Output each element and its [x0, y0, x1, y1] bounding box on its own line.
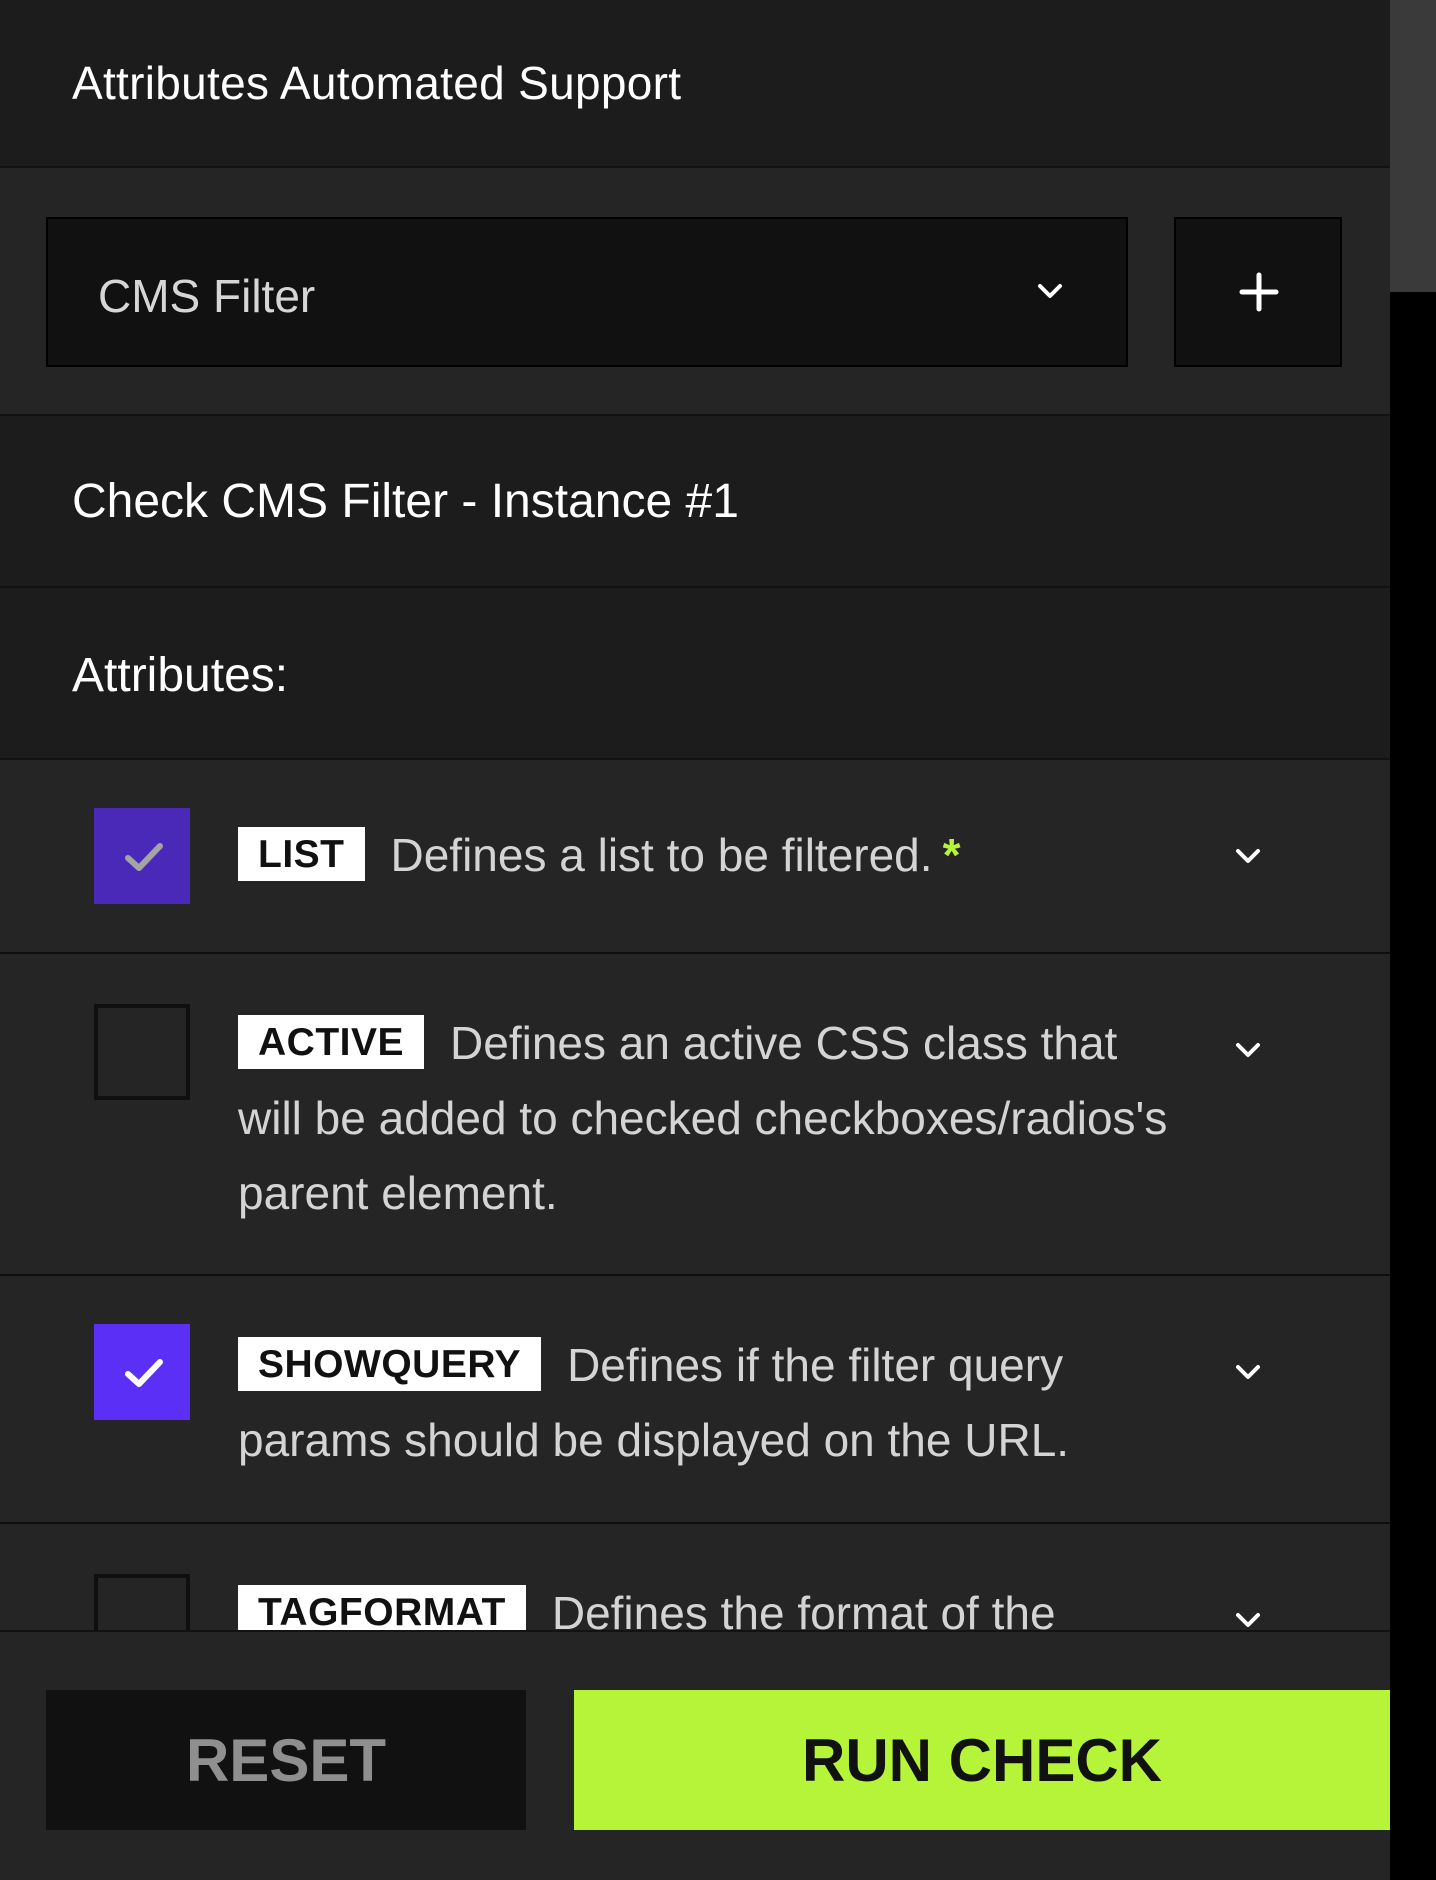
action-footer: RESET RUN CHECK: [0, 1630, 1390, 1880]
attribute-tag: LIST: [238, 827, 365, 881]
attribute-checkbox-list[interactable]: [94, 808, 190, 904]
attribute-text: ACTIVE Defines an active CSS class that w…: [238, 1006, 1168, 1231]
attribute-tag: SHOWQUERY: [238, 1337, 542, 1391]
chevron-down-icon[interactable]: [1228, 1030, 1268, 1070]
instance-label: Check CMS Filter - Instance #1: [72, 475, 739, 528]
attribute-item-showquery: SHOWQUERY Defines if the filter query par…: [0, 1276, 1390, 1524]
solution-select-value: CMS Filter: [98, 270, 316, 322]
chevron-down-icon: [1038, 284, 1062, 298]
attributes-heading: Attributes:: [72, 649, 289, 702]
panel-header: Attributes Automated Support: [0, 0, 1390, 168]
panel-title: Attributes Automated Support: [72, 57, 682, 109]
attribute-tag: TAGFORMAT: [238, 1585, 526, 1630]
attribute-tag: ACTIVE: [238, 1015, 425, 1069]
attribute-description: Defines the format of the: [551, 1587, 1056, 1630]
attribute-description: Defines a list to be filtered.: [390, 829, 933, 881]
chevron-down-icon[interactable]: [1228, 1352, 1268, 1392]
attribute-item-tagformat: TAGFORMAT Defines the format of the: [0, 1524, 1390, 1630]
attributes-heading-row: Attributes:: [0, 588, 1390, 760]
checkmark-icon: [125, 1359, 163, 1387]
checkmark-icon: [125, 843, 163, 871]
attribute-checkbox-tagformat[interactable]: [94, 1574, 190, 1630]
instance-header[interactable]: Check CMS Filter - Instance #1: [0, 416, 1390, 588]
run-check-button[interactable]: RUN CHECK: [574, 1690, 1390, 1830]
reset-button[interactable]: RESET: [46, 1690, 526, 1830]
attributes-panel: Attributes Automated Support CMS Filter …: [0, 0, 1390, 1880]
attribute-text: SHOWQUERY Defines if the filter query par…: [238, 1328, 1168, 1478]
attribute-item-list: LIST Defines a list to be filtered. *: [0, 760, 1390, 954]
plus-icon: [1239, 272, 1279, 312]
attribute-checkbox-showquery[interactable]: [94, 1324, 190, 1420]
attribute-item-active: ACTIVE Defines an active CSS class that w…: [0, 954, 1390, 1276]
scrollbar-thumb[interactable]: [1390, 0, 1436, 292]
attributes-list: LIST Defines a list to be filtered. * ACTI…: [0, 760, 1390, 1630]
add-instance-button[interactable]: [1174, 217, 1342, 367]
attribute-text: LIST Defines a list to be filtered. *: [238, 818, 1168, 893]
attribute-text: TAGFORMAT Defines the format of the: [238, 1576, 1168, 1630]
chevron-down-icon[interactable]: [1228, 836, 1268, 876]
chevron-down-icon[interactable]: [1228, 1600, 1268, 1630]
solution-selector-row: CMS Filter: [0, 168, 1390, 416]
attribute-checkbox-active[interactable]: [94, 1004, 190, 1100]
solution-select[interactable]: CMS Filter: [46, 217, 1128, 367]
required-marker: *: [942, 829, 961, 881]
